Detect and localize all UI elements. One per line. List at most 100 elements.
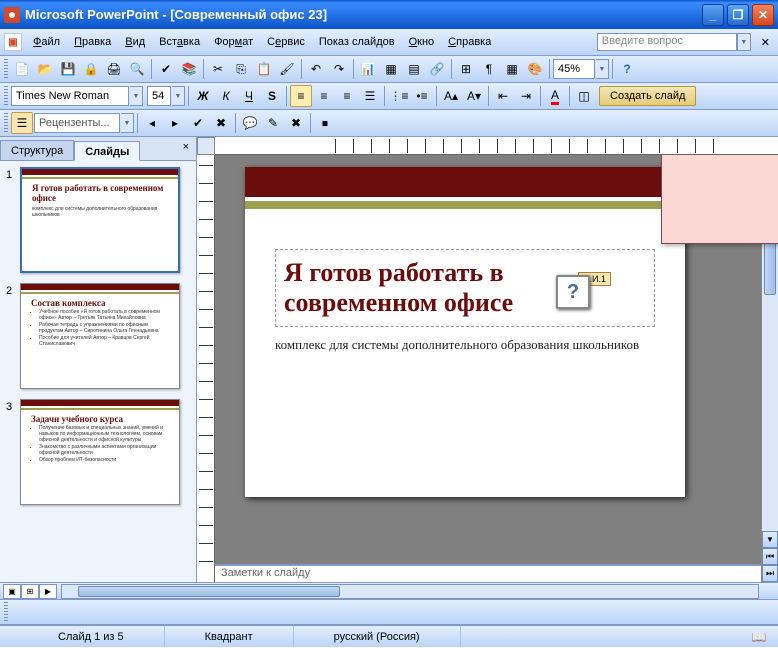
undo-button[interactable]: ↶ (305, 58, 327, 80)
increase-font-button[interactable]: A▴ (440, 85, 462, 107)
shadow-button[interactable]: S (261, 85, 283, 107)
sorter-view-button[interactable]: ⊞ (21, 584, 39, 599)
font-dropdown[interactable]: ▼ (130, 86, 143, 106)
panel-close-button[interactable]: × (176, 137, 196, 160)
menu-insert[interactable]: Вставка (152, 33, 207, 51)
show-markup-button[interactable]: ☰ (11, 112, 33, 134)
doc-close-button[interactable]: ✕ (757, 34, 774, 51)
menu-slideshow[interactable]: Показ слайдов (312, 33, 402, 51)
slide-subtitle[interactable]: комплекс для системы дополнительного обр… (275, 337, 655, 353)
ask-question-input[interactable]: Введите вопрос (597, 33, 737, 51)
new-slide-button[interactable]: Создать слайд (599, 86, 696, 106)
scroll-down-button[interactable]: ▼ (762, 531, 778, 548)
slide-title[interactable]: Я готов работать в современном офисе (284, 258, 646, 318)
size-dropdown[interactable]: ▼ (172, 86, 185, 106)
help-bubble-icon[interactable]: ? (556, 275, 590, 309)
open-button[interactable]: 📂 (34, 58, 56, 80)
table-button[interactable]: ▦ (380, 58, 402, 80)
next-comment-button[interactable]: ▸ (164, 112, 186, 134)
color-button[interactable]: 🎨 (524, 58, 546, 80)
increase-indent-button[interactable]: ⇥ (515, 85, 537, 107)
apply-button[interactable]: ✔ (187, 112, 209, 134)
close-button[interactable]: ✕ (752, 4, 774, 26)
menu-format[interactable]: Формат (207, 33, 260, 51)
research-button[interactable]: 📚 (178, 58, 200, 80)
menu-edit[interactable]: Правка (67, 33, 118, 51)
preview-button[interactable]: 🔍 (126, 58, 148, 80)
save-button[interactable]: 💾 (57, 58, 79, 80)
permission-button[interactable]: 🔒 (80, 58, 102, 80)
slide-canvas[interactable]: Я готов работать в современном офисе ком… (245, 167, 685, 497)
grid-button[interactable]: ▦ (501, 58, 523, 80)
menu-view[interactable]: Вид (118, 33, 152, 51)
decrease-font-button[interactable]: A▾ (463, 85, 485, 107)
size-combo[interactable]: 54 (147, 86, 171, 106)
new-button[interactable]: 📄 (11, 58, 33, 80)
horizontal-scrollbar[interactable] (61, 584, 759, 599)
design-button[interactable]: ◫ (573, 85, 595, 107)
copy-button[interactable]: ⎘ (230, 58, 252, 80)
bullets-button[interactable]: •≡ (411, 85, 433, 107)
show-formatting-button[interactable]: ¶ (478, 58, 500, 80)
font-color-button[interactable]: A (544, 85, 566, 107)
insert-comment-button[interactable]: 💬 (239, 112, 261, 134)
align-center-button[interactable]: ≡ (313, 85, 335, 107)
chart-button[interactable]: 📊 (357, 58, 379, 80)
spelling-status-icon[interactable]: 📖 (748, 626, 770, 648)
slide-thumbnail[interactable]: Состав комплекса Учебное пособие «Я гото… (20, 283, 180, 389)
italic-button[interactable]: К (215, 85, 237, 107)
distribute-button[interactable]: ☰ (359, 85, 381, 107)
slide-thumbnail[interactable]: Задачи учебного курса Получение базовых … (20, 399, 180, 505)
numbering-button[interactable]: ⋮≡ (388, 85, 410, 107)
decrease-indent-button[interactable]: ⇤ (492, 85, 514, 107)
end-review-button[interactable]: ⏹ (314, 112, 336, 134)
next-slide-button[interactable]: ⏭ (762, 565, 778, 582)
spell-button[interactable]: ✔ (155, 58, 177, 80)
hyperlink-button[interactable]: 🔗 (426, 58, 448, 80)
edit-comment-button[interactable]: ✎ (262, 112, 284, 134)
delete-comment-button[interactable]: ✖ (285, 112, 307, 134)
align-left-button[interactable]: ≡ (290, 85, 312, 107)
grip[interactable] (4, 113, 8, 133)
tab-outline[interactable]: Структура (0, 140, 74, 160)
minimize-button[interactable]: _ (702, 4, 724, 26)
menu-file[interactable]: Файл (26, 33, 67, 51)
print-button[interactable]: 🖨 (103, 58, 125, 80)
maximize-button[interactable]: ❐ (727, 4, 749, 26)
slideshow-view-button[interactable]: ▶ (39, 584, 57, 599)
unapply-button[interactable]: ✖ (210, 112, 232, 134)
zoom-dropdown[interactable]: ▼ (596, 59, 609, 79)
ask-dropdown[interactable]: ▼ (737, 33, 751, 51)
notes-pane[interactable]: Заметки к слайду (215, 564, 778, 582)
cut-button[interactable]: ✂ (207, 58, 229, 80)
horizontal-ruler[interactable] (215, 137, 778, 155)
align-right-button[interactable]: ≡ (336, 85, 358, 107)
vertical-ruler[interactable] (197, 155, 215, 582)
expand-button[interactable]: ⊞ (455, 58, 477, 80)
normal-view-button[interactable]: ▣ (3, 584, 21, 599)
prev-comment-button[interactable]: ◂ (141, 112, 163, 134)
reviewers-dropdown[interactable]: ▼ (121, 113, 134, 133)
grip[interactable] (4, 86, 8, 106)
grip[interactable] (4, 602, 8, 622)
doc-icon[interactable]: ▣ (4, 33, 22, 51)
comment-popup[interactable]: Иванов 15.11.2005 Уточнить заголовок сла… (661, 155, 778, 244)
grip[interactable] (4, 59, 8, 79)
format-painter-button[interactable]: 🖌 (276, 58, 298, 80)
font-combo[interactable]: Times New Roman (11, 86, 129, 106)
zoom-combo[interactable]: 45% (553, 59, 595, 79)
title-placeholder[interactable]: Я готов работать в современном офисе (275, 249, 655, 327)
menu-tools[interactable]: Сервис (260, 33, 312, 51)
prev-slide-button[interactable]: ⏮ (762, 548, 778, 565)
help-button[interactable]: ? (616, 58, 638, 80)
paste-button[interactable]: 📋 (253, 58, 275, 80)
redo-button[interactable]: ↷ (328, 58, 350, 80)
tables-borders-button[interactable]: ▤ (403, 58, 425, 80)
underline-button[interactable]: Ч (238, 85, 260, 107)
bold-button[interactable]: Ж (192, 85, 214, 107)
menu-window[interactable]: Окно (402, 33, 442, 51)
menu-help[interactable]: Справка (441, 33, 498, 51)
reviewers-combo[interactable]: Рецензенты... (34, 113, 120, 133)
tab-slides[interactable]: Слайды (74, 141, 140, 161)
slide-thumbnail[interactable]: Я готов работать в современном офисе ком… (20, 167, 180, 273)
